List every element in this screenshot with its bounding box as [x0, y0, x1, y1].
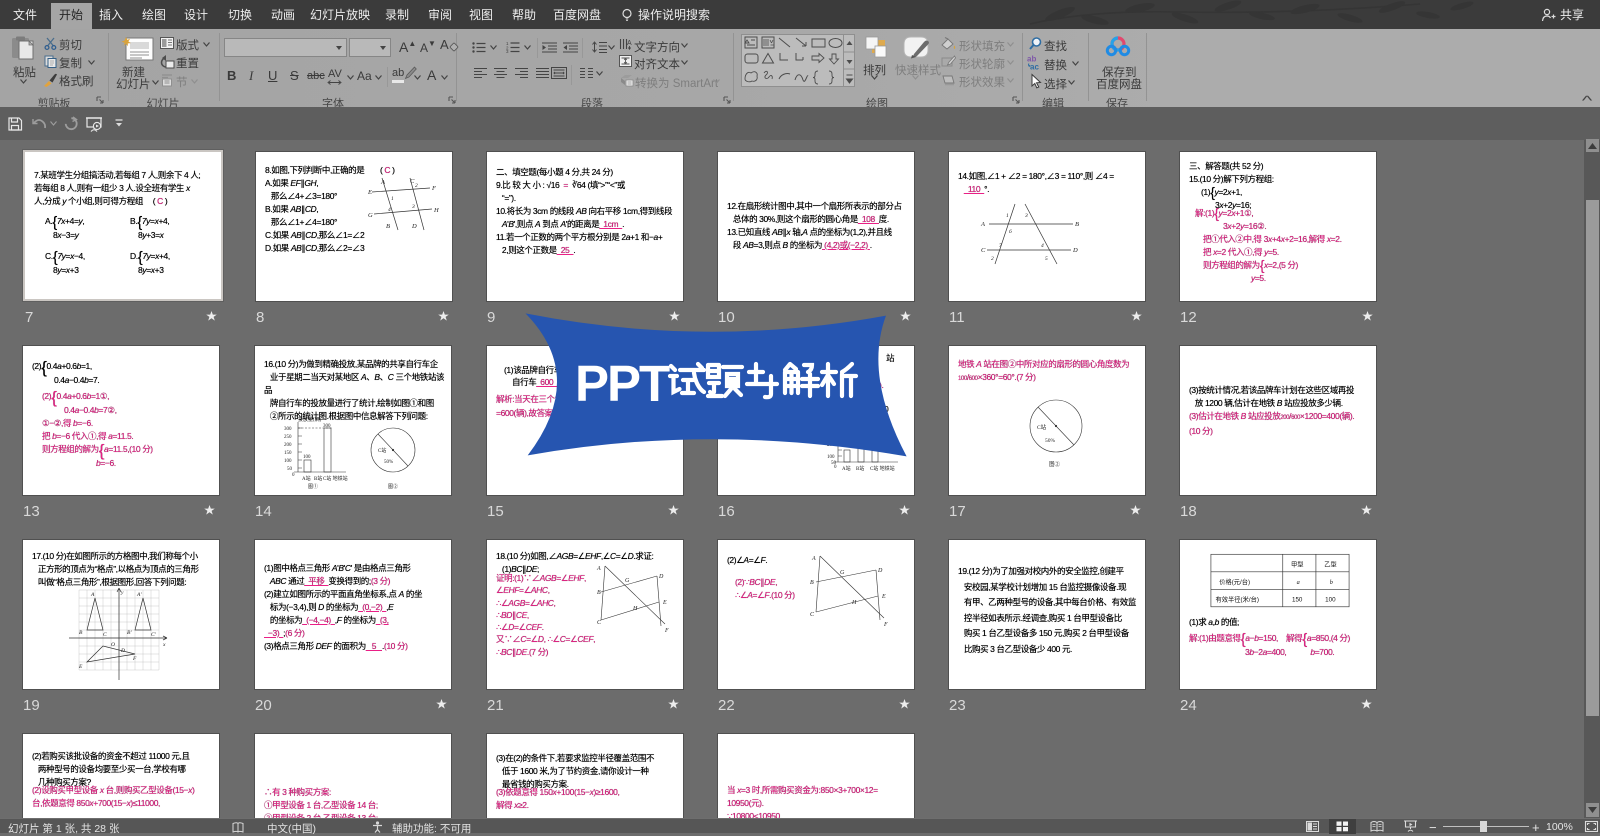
svg-text:ac: ac	[1030, 63, 1039, 72]
svg-text:D: D	[120, 648, 125, 654]
svg-text:B: B	[597, 590, 601, 596]
svg-text:F: F	[132, 656, 137, 662]
svg-text:B': B'	[127, 630, 132, 636]
svg-text:C: C	[981, 247, 986, 254]
svg-text:G: G	[840, 570, 845, 576]
svg-text:150: 150	[284, 451, 292, 456]
svg-text:A站: A站	[302, 475, 311, 482]
svg-text:3: 3	[1024, 213, 1028, 219]
svg-text:B: B	[1075, 221, 1079, 228]
svg-text:1: 1	[391, 196, 394, 202]
svg-text:H: H	[632, 606, 638, 612]
svg-text:2: 2	[415, 183, 418, 189]
svg-text:50: 50	[287, 467, 293, 472]
svg-text:G: G	[625, 578, 630, 584]
svg-text:F: F	[883, 622, 888, 628]
svg-text:甲型: 甲型	[1291, 559, 1304, 568]
svg-text:图②: 图②	[1049, 460, 1061, 468]
svg-text:D: D	[877, 568, 883, 574]
svg-text:C: C	[810, 612, 815, 618]
svg-text:E: E	[881, 594, 886, 600]
svg-text:图②: 图②	[388, 483, 398, 490]
svg-text:y: y	[120, 590, 124, 596]
svg-text:3: 3	[411, 204, 415, 210]
svg-text:x: x	[162, 642, 166, 648]
svg-text:200: 200	[284, 443, 292, 448]
svg-text:C: C	[597, 620, 602, 626]
svg-text:150: 150	[1292, 596, 1303, 603]
svg-text:C站: C站	[1037, 423, 1047, 431]
svg-text:B站: B站	[314, 475, 322, 482]
svg-text:300: 300	[284, 427, 292, 432]
svg-text:4: 4	[388, 206, 391, 213]
svg-text:乙型: 乙型	[1324, 559, 1337, 568]
svg-text:H: H	[851, 600, 857, 606]
svg-text:F: F	[664, 628, 669, 634]
svg-text:2: 2	[991, 256, 994, 262]
svg-text:投放量(辆): 投放量(辆)	[298, 416, 322, 423]
svg-text:5: 5	[1045, 256, 1048, 262]
svg-text:B: B	[386, 223, 390, 230]
svg-text:1: 1	[1006, 213, 1009, 219]
svg-text:E: E	[662, 600, 667, 606]
svg-text:C站: C站	[378, 447, 386, 454]
svg-text:A: A	[380, 179, 385, 186]
svg-text:3: 3	[506, 49, 509, 54]
svg-text:4: 4	[1041, 242, 1044, 249]
svg-text:E: E	[367, 189, 372, 196]
svg-text:100: 100	[284, 459, 292, 464]
svg-text:B: B	[79, 630, 83, 636]
svg-text:A: A	[980, 221, 985, 228]
svg-text:A: A	[596, 566, 601, 572]
svg-text:G: G	[368, 212, 373, 219]
svg-text:6: 6	[1009, 229, 1012, 235]
svg-text:A: A	[627, 40, 632, 47]
svg-text:有效半径(米/台): 有效半径(米/台)	[1216, 594, 1259, 603]
svg-text:A: A	[90, 592, 95, 598]
svg-text:100: 100	[1325, 596, 1336, 603]
svg-text:0: 0	[292, 473, 295, 478]
svg-text:E: E	[78, 664, 83, 670]
svg-text:PPT: PPT	[575, 355, 670, 412]
svg-text:H: H	[433, 207, 439, 214]
svg-text:300: 300	[323, 424, 331, 429]
svg-text:价格(元/台): 价格(元/台)	[1219, 577, 1250, 586]
svg-text:b: b	[1330, 579, 1333, 586]
svg-text:A: A	[811, 556, 816, 562]
svg-text:C站 地铁站: C站 地铁站	[323, 475, 348, 482]
svg-text:50%: 50%	[1045, 438, 1056, 444]
svg-text:C: C	[103, 632, 107, 638]
svg-text:D: D	[1072, 247, 1078, 254]
svg-text:a: a	[1297, 579, 1300, 586]
svg-text:50%: 50%	[384, 460, 393, 465]
svg-text:250: 250	[284, 435, 292, 440]
svg-text:F: F	[431, 185, 437, 192]
svg-text:D: D	[658, 574, 664, 580]
svg-text:7: 7	[999, 243, 1002, 249]
svg-text:A': A'	[136, 592, 142, 598]
svg-text:图①: 图①	[308, 483, 318, 490]
svg-text:B: B	[810, 580, 814, 586]
svg-text:100: 100	[303, 455, 311, 460]
svg-text:D: D	[411, 223, 417, 230]
svg-text:O: O	[111, 642, 115, 648]
svg-text:C': C'	[151, 632, 157, 638]
